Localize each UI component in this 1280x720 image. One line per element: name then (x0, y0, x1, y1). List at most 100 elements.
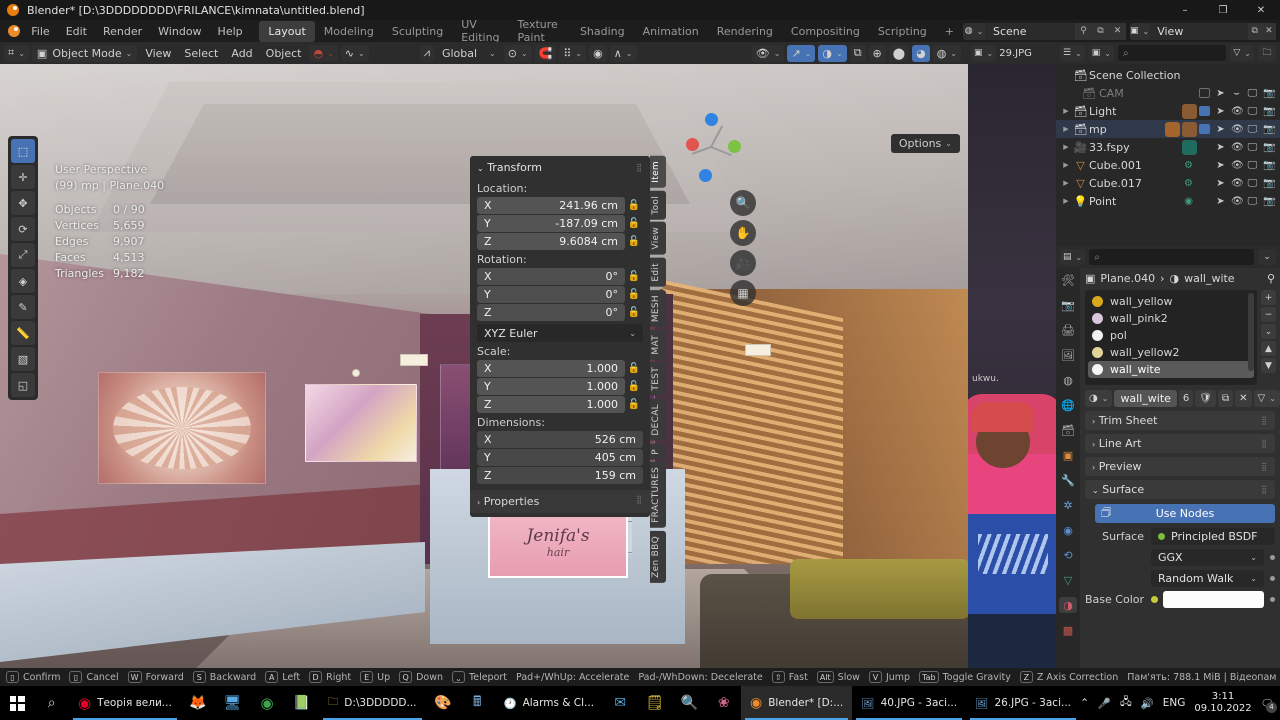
outliner-editor-type-icon[interactable]: ☰ ⌄ (1060, 45, 1085, 61)
falloff-icon[interactable]: ∧ ⌄ (609, 44, 637, 62)
outliner-display-mode-icon[interactable]: ▣ ⌄ (1088, 45, 1114, 61)
transform-orientation-label[interactable]: Global (437, 45, 482, 62)
tool-transform-icon[interactable]: ◈ (11, 269, 35, 293)
n-tab-tool[interactable]: Tool (650, 190, 666, 220)
image-editor-canvas[interactable]: ukwu. (968, 64, 1056, 668)
lock-location-x-icon[interactable]: 🔓 (625, 200, 643, 211)
exclude-checkbox[interactable] (1199, 106, 1210, 116)
surface-shader-dropdown[interactable]: Principled BSDF (1151, 528, 1275, 545)
menu-edit[interactable]: Edit (58, 22, 95, 41)
disable-render-icon[interactable]: 📷 (1263, 142, 1275, 153)
menu-render[interactable]: Render (95, 22, 150, 41)
hide-icon[interactable]: 👁 (1231, 196, 1244, 207)
volume-icon[interactable]: 🔊 (1141, 697, 1154, 710)
close-button[interactable]: ✕ (1242, 0, 1280, 20)
workspace-tab-animation[interactable]: Animation (634, 21, 708, 42)
proportional-edit-icon[interactable]: ◓ ⌄ (309, 44, 338, 62)
taskbar-app-image-40[interactable]: 🖼 40.JPG - 3aci... (852, 686, 966, 720)
scene-selector[interactable]: ◍ ⌄ Scene ⚲ ⧉ ✕ (963, 22, 1126, 40)
lock-location-y-icon[interactable]: 🔓 (625, 218, 643, 229)
outliner-row-light[interactable]: ▶ 🗃 Light ➤ 👁 🖵 📷 (1056, 102, 1280, 120)
cursor-icon[interactable]: ➤ (1215, 88, 1226, 99)
move-slot-down-button[interactable]: ▼ (1261, 358, 1276, 373)
tab-material-icon[interactable]: ◑ (1059, 597, 1077, 613)
expand-arrow-icon[interactable]: ▶ (1060, 161, 1072, 169)
properties-panel-header[interactable]: › Properties ⣿ (470, 490, 650, 513)
viewport-canvas[interactable]: Jenifa's hair ⬚ ✛ ✥ ⟳ ⤢ ◈ ✎ 📏 ▧ ◱ User P… (0, 64, 968, 668)
taskbar-app-mail[interactable]: ✉ (603, 686, 637, 720)
workspace-tab-shading[interactable]: Shading (571, 21, 634, 42)
network-icon[interactable]: 🖧 (1120, 694, 1132, 712)
disable-viewport-icon[interactable]: 🖵 (1247, 106, 1258, 117)
image-editor[interactable]: ▣ ⌄ 29.JPG ukwu. (968, 42, 1056, 668)
tab-physics-icon[interactable]: ◉ (1059, 522, 1077, 538)
snap-magnet-icon[interactable]: ⊙ ⌄ (503, 44, 532, 62)
material-slot-row-selected[interactable]: wall_wite (1088, 361, 1254, 378)
add-material-slot-button[interactable]: + (1261, 290, 1276, 305)
expand-arrow-icon[interactable]: ▶ (1060, 143, 1072, 151)
zoom-icon[interactable]: 🔍 (730, 190, 756, 216)
rotation-mode-dropdown[interactable]: XYZ Euler ⌄ (477, 324, 643, 342)
gizmo-toggle-icon[interactable]: ↗ ⌄ (787, 44, 816, 62)
falloff-curve-icon[interactable]: ∿ ⌄ (340, 44, 369, 62)
workspace-tab-compositing[interactable]: Compositing (782, 21, 869, 42)
expand-arrow-icon[interactable]: ▶ (1060, 197, 1072, 205)
cursor-icon[interactable]: ➤ (1215, 196, 1226, 207)
notifications-icon[interactable]: 🗨4 (1261, 697, 1277, 713)
outliner-row-cam[interactable]: 🗃 CAM ➤ ⌣ 🖵 📷 (1056, 84, 1280, 102)
cursor-icon[interactable]: ➤ (1215, 178, 1226, 189)
tab-view-layer-icon[interactable]: 🖼 (1059, 347, 1077, 363)
tab-collection-icon[interactable]: 🗃 (1059, 422, 1077, 438)
taskbar-app-paint[interactable]: 🎨 (426, 686, 460, 720)
expand-arrow-icon[interactable]: ▶ (1060, 179, 1072, 187)
tool-move-icon[interactable]: ✥ (11, 191, 35, 215)
outliner-row-fspy[interactable]: ▶ 🎥 33.fspy ➤ 👁 🖵 📷 (1056, 138, 1280, 156)
remove-view-layer-icon[interactable]: ✕ (1261, 22, 1276, 40)
disable-render-icon[interactable]: 📷 (1263, 196, 1275, 207)
tool-annotate-icon[interactable]: ✎ (11, 295, 35, 319)
outliner-root-row[interactable]: 🗃 Scene Collection (1056, 66, 1280, 84)
properties-editor[interactable]: ▤ ⌄ ⌕ ⌄ 🛠 📷 🖨 🖼 ◍ 🌐 🗃 ▣ 🔧 ✲ ◉ ⟲ ▽ ◑ ▩ ▣ … (1056, 246, 1280, 668)
tab-render-icon[interactable]: 📷 (1059, 297, 1077, 313)
image-editor-type-icon[interactable]: ▣ ⌄ (971, 45, 997, 61)
expand-arrow-icon[interactable]: ▶ (1060, 125, 1072, 133)
material-slot-row[interactable]: wall_yellow2 (1088, 344, 1254, 361)
move-slot-up-button[interactable]: ▲ (1261, 341, 1276, 356)
overlays-toggle-icon[interactable]: ◑ ⌄ (818, 44, 847, 62)
hide-icon[interactable]: 👁 (1231, 160, 1244, 171)
viewport-menu-add[interactable]: Add (226, 45, 257, 62)
view-layer-selector[interactable]: ▣⌄ View Layer ⧉ ✕ (1130, 22, 1276, 55)
n-tab-p[interactable]: P (650, 443, 666, 460)
tool-extra-icon[interactable]: ◱ (11, 373, 35, 397)
outliner-search-input[interactable]: ⌕ (1118, 45, 1227, 61)
panel-line-art[interactable]: › Line Art ⣿ (1085, 434, 1275, 453)
tool-rotate-icon[interactable]: ⟳ (11, 217, 35, 241)
taskbar-app-sticky-notes[interactable]: 🗒 (638, 686, 672, 720)
hide-icon[interactable]: 👁 (1231, 124, 1244, 135)
lock-scale-y-icon[interactable]: 🔓 (625, 381, 643, 392)
taskbar-app-blender[interactable]: ◉ Blender* [D:... (741, 686, 853, 720)
breadcrumb-material[interactable]: wall_wite (1184, 272, 1234, 285)
panel-trim-sheet[interactable]: › Trim Sheet ⣿ (1085, 411, 1275, 430)
material-users-count[interactable]: 6 (1178, 390, 1194, 407)
tab-scene-icon[interactable]: ◍ (1059, 372, 1077, 388)
shading-rendered-icon[interactable]: ◍ ⌄ (932, 44, 961, 62)
outliner-filter-icon[interactable]: ▽ ⌄ (1230, 45, 1254, 61)
tab-output-icon[interactable]: 🖨 (1059, 322, 1077, 338)
n-tab-mat[interactable]: MAT (650, 329, 666, 360)
tray-expand-icon[interactable]: ⌃ (1080, 697, 1089, 709)
tab-texture-icon[interactable]: ▩ (1059, 622, 1077, 638)
fake-user-icon[interactable]: 🛡 (1195, 390, 1216, 407)
cursor-icon[interactable]: ➤ (1215, 142, 1226, 153)
taskbar-app-alarms[interactable]: 🕐 Alarms & Cl... (494, 686, 603, 720)
taskbar-app-photos[interactable]: ❀ (707, 686, 741, 720)
properties-options-icon[interactable]: ⌄ (1258, 249, 1276, 265)
lock-rotation-z-icon[interactable]: 🔓 (625, 307, 643, 318)
object-mode-selector[interactable]: ▣ Object Mode ⌄ (31, 44, 138, 62)
active-material-name[interactable]: wall_wite (1114, 390, 1177, 407)
subsurface-method-dropdown[interactable]: Random Walk ⌄ (1151, 570, 1264, 587)
new-view-layer-icon[interactable]: ⧉ (1247, 22, 1262, 40)
workspace-tab-add[interactable]: + (936, 21, 963, 42)
outliner-row-mp[interactable]: ▶ 🗃 mp ➤ 👁 🖵 📷 (1056, 120, 1280, 138)
hide-icon[interactable]: 👁 (1231, 142, 1244, 153)
